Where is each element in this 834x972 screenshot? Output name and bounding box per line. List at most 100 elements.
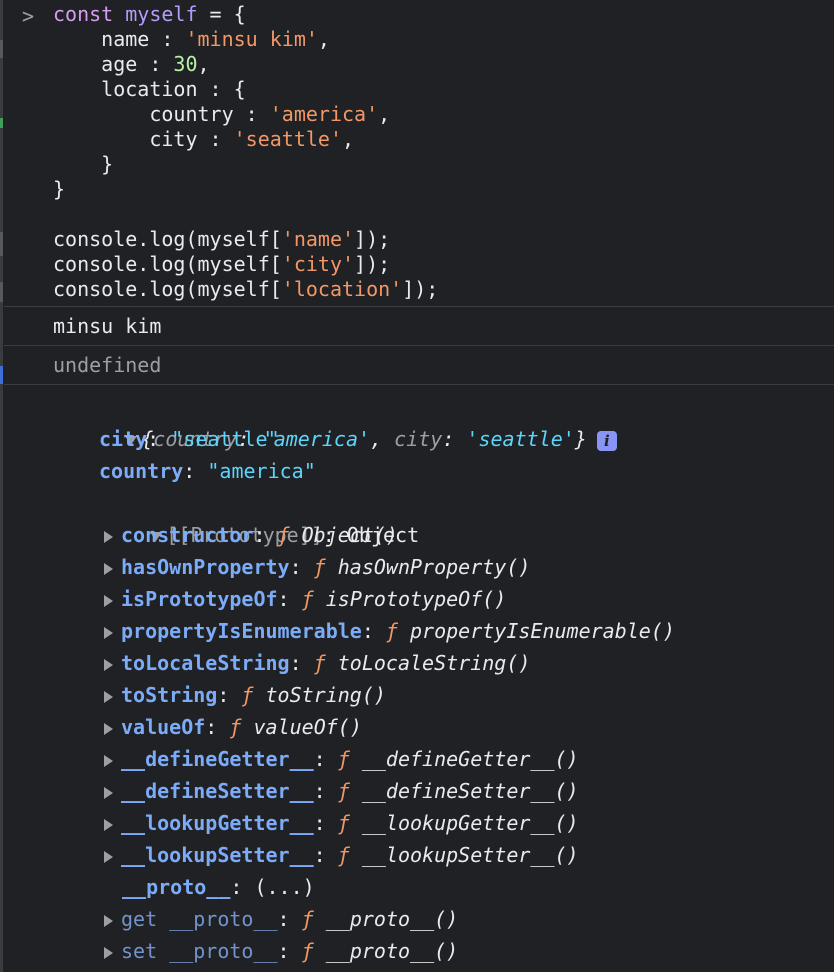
member-function: propertyIsEnumerable() [410, 619, 675, 643]
code-line: console.log(myself['location']); [53, 277, 438, 302]
function-glyph-icon: ƒ [385, 619, 398, 643]
code-token: , [342, 127, 355, 151]
prototype-member-row[interactable]: __defineGetter__: ƒ __defineGetter__() [4, 743, 834, 775]
code-line: console.log(myself['city']); [53, 252, 438, 277]
prototype-member-row[interactable]: __proto__: (...) [4, 871, 834, 903]
member-colon: : [289, 555, 314, 579]
prototype-member-row[interactable]: isPrototypeOf: ƒ isPrototypeOf() [4, 583, 834, 615]
member-colon: : [361, 619, 386, 643]
code-token: 'minsu kim' [185, 27, 318, 51]
code-line: } [53, 177, 438, 202]
member-key: toString [121, 683, 218, 707]
code-token: } [53, 152, 114, 176]
code-token: } [53, 177, 66, 201]
left-gutter [0, 0, 3, 972]
expand-arrow-icon[interactable] [104, 626, 113, 639]
prototype-row[interactable]: [[Prototype]]: Object [4, 487, 834, 547]
member-function: isPrototypeOf() [325, 587, 507, 611]
expand-arrow-icon[interactable] [104, 658, 113, 671]
code-token: ]); [354, 227, 391, 251]
code-token: , [378, 102, 391, 126]
code-line: } [53, 152, 438, 177]
code-token: name : [53, 27, 186, 51]
code-token: city : [53, 127, 234, 151]
prototype-member-row[interactable]: __lookupGetter__: ƒ __lookupGetter__() [4, 807, 834, 839]
member-key: constructor [121, 523, 254, 547]
code-token: console.log(myself[ [53, 277, 282, 301]
log-output-undefined: undefined [4, 345, 834, 384]
code-token: , [317, 27, 330, 51]
code-token: ]); [354, 252, 391, 276]
prototype-member-row[interactable]: set __proto__: ƒ __proto__() [4, 935, 834, 967]
member-function: Object() [301, 523, 398, 547]
object-property-row[interactable]: city: "seattle" [4, 423, 834, 455]
prototype-member-row[interactable]: __lookupSetter__: ƒ __lookupSetter__() [4, 839, 834, 871]
member-key: propertyIsEnumerable [121, 619, 362, 643]
code-line: console.log(myself['name']); [53, 227, 438, 252]
console-input-block[interactable]: > const myself = { name : 'minsu kim', a… [4, 0, 834, 306]
member-key: get __proto__ [121, 907, 278, 931]
member-colon: : [313, 747, 338, 771]
member-key: toLocaleString [121, 651, 290, 675]
code-token: age : [53, 52, 174, 76]
expand-arrow-icon[interactable] [104, 594, 113, 607]
code-token: myself [113, 2, 198, 26]
expand-arrow-icon[interactable] [104, 562, 113, 575]
member-function: __defineGetter__() [361, 747, 579, 771]
console-panel: > const myself = { name : 'minsu kim', a… [4, 0, 834, 972]
function-glyph-icon: ƒ [241, 683, 254, 707]
member-key: __defineSetter__ [121, 779, 314, 803]
object-property-row[interactable]: country: "america" [4, 455, 834, 487]
member-key: isPrototypeOf [121, 587, 278, 611]
log-output-name: minsu kim [4, 306, 834, 345]
member-key: __lookupSetter__ [121, 843, 314, 867]
function-glyph-icon: ƒ [301, 587, 314, 611]
member-key: set __proto__ [121, 939, 278, 963]
member-colon: : [313, 843, 338, 867]
member-colon: : [289, 651, 314, 675]
prototype-member-row[interactable]: valueOf: ƒ valueOf() [4, 711, 834, 743]
member-value[interactable]: (...) [254, 875, 314, 899]
code-line: country : 'america', [53, 102, 438, 127]
expand-arrow-icon[interactable] [104, 754, 113, 767]
object-preview-row[interactable]: {country: 'america', city: 'seattle'} i [4, 391, 834, 451]
code-line: location : { [53, 77, 438, 102]
expand-arrow-icon[interactable] [104, 914, 113, 927]
member-colon: : [205, 715, 230, 739]
member-colon: : [277, 939, 302, 963]
expand-arrow-icon[interactable] [104, 818, 113, 831]
function-glyph-icon: ƒ [313, 555, 326, 579]
code-token: console.log(myself[ [53, 252, 282, 276]
code-line: const myself = { [53, 2, 438, 27]
expand-arrow-icon[interactable] [104, 946, 113, 959]
log-output-object: {country: 'america', city: 'seattle'} i c… [4, 384, 834, 967]
member-colon: : [230, 875, 255, 899]
prototype-member-row[interactable]: propertyIsEnumerable: ƒ propertyIsEnumer… [4, 615, 834, 647]
code-line: city : 'seattle', [53, 127, 438, 152]
prototype-member-row[interactable]: get __proto__: ƒ __proto__() [4, 903, 834, 935]
function-glyph-icon: ƒ [313, 651, 326, 675]
expand-arrow-icon[interactable] [104, 690, 113, 703]
code-token: 30 [173, 52, 198, 76]
prototype-member-row[interactable]: toString: ƒ toString() [4, 679, 834, 711]
expand-arrow-icon[interactable] [104, 850, 113, 863]
expand-arrow-icon[interactable] [104, 786, 113, 799]
member-key: valueOf [121, 715, 206, 739]
code-token: const [53, 2, 114, 26]
code-editor[interactable]: const myself = { name : 'minsu kim', age… [53, 2, 438, 302]
member-function: __proto__() [325, 939, 459, 963]
prototype-member-row[interactable]: hasOwnProperty: ƒ hasOwnProperty() [4, 551, 834, 583]
code-token: = { [197, 2, 246, 26]
code-token: 'name' [281, 227, 355, 251]
code-line: name : 'minsu kim', [53, 27, 438, 52]
prototype-member-row[interactable]: constructor: ƒ Object() [4, 519, 834, 551]
member-key: __defineGetter__ [121, 747, 314, 771]
expand-arrow-icon[interactable] [104, 530, 113, 543]
prototype-member-row[interactable]: toLocaleString: ƒ toLocaleString() [4, 647, 834, 679]
code-token: ]); [402, 277, 439, 301]
code-token: console.log(myself[ [53, 227, 282, 251]
member-colon: : [217, 683, 242, 707]
code-token: , [197, 52, 210, 76]
expand-arrow-icon[interactable] [104, 722, 113, 735]
prototype-member-row[interactable]: __defineSetter__: ƒ __defineSetter__() [4, 775, 834, 807]
